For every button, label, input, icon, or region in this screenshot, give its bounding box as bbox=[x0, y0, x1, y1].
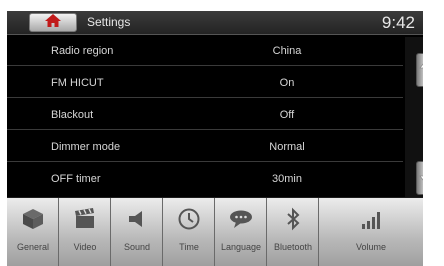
tab-language[interactable]: Language bbox=[215, 198, 267, 266]
tab-label: Video bbox=[73, 242, 97, 252]
settings-list: Radio region China FM HICUT On Blackout … bbox=[7, 36, 403, 200]
scroll-up-button[interactable] bbox=[416, 53, 423, 87]
tab-label: General bbox=[16, 242, 50, 252]
setting-label: OFF timer bbox=[51, 173, 101, 185]
tab-sound[interactable]: Sound bbox=[111, 198, 163, 266]
home-icon bbox=[45, 13, 61, 32]
speaker-icon bbox=[124, 206, 150, 232]
setting-label: Radio region bbox=[51, 45, 114, 57]
page-title: Settings bbox=[87, 15, 131, 29]
speech-bubble-icon bbox=[228, 206, 254, 232]
setting-row-off-timer[interactable]: OFF timer 30min bbox=[7, 164, 403, 194]
scroll-down-button[interactable] bbox=[416, 161, 423, 195]
clock-icon bbox=[176, 206, 202, 232]
bluetooth-icon bbox=[280, 206, 306, 232]
tab-label: Volume bbox=[355, 242, 387, 252]
home-button[interactable] bbox=[29, 13, 77, 32]
tab-general[interactable]: General bbox=[7, 198, 59, 266]
tab-video[interactable]: Video bbox=[59, 198, 111, 266]
settings-screen: Settings 9:42 Radio region China FM HICU… bbox=[7, 11, 423, 266]
setting-label: FM HICUT bbox=[51, 77, 104, 89]
tab-label: Language bbox=[220, 242, 262, 252]
tab-volume[interactable]: Volume bbox=[319, 198, 423, 266]
arrow-up-icon bbox=[419, 58, 423, 83]
clock-time: 9:42 bbox=[381, 13, 415, 32]
setting-row-blackout[interactable]: Blackout Off bbox=[7, 100, 403, 130]
setting-label: Blackout bbox=[51, 109, 94, 121]
setting-value: China bbox=[272, 45, 302, 57]
setting-value: Off bbox=[279, 109, 295, 121]
tab-label: Bluetooth bbox=[273, 242, 313, 252]
setting-value: 30min bbox=[272, 173, 302, 185]
setting-value: Normal bbox=[269, 141, 305, 153]
arrow-down-icon bbox=[419, 166, 423, 191]
setting-row-dimmer-mode[interactable]: Dimmer mode Normal bbox=[7, 132, 403, 162]
clapperboard-icon bbox=[72, 206, 98, 232]
volume-bars-icon bbox=[359, 206, 385, 232]
tab-label: Time bbox=[179, 242, 199, 252]
setting-row-radio-region[interactable]: Radio region China bbox=[7, 36, 403, 66]
tab-label: Sound bbox=[123, 242, 151, 252]
cube-icon bbox=[20, 206, 46, 232]
setting-row-fm-hicut[interactable]: FM HICUT On bbox=[7, 68, 403, 98]
setting-value: On bbox=[279, 77, 295, 89]
setting-label: Dimmer mode bbox=[51, 141, 121, 153]
settings-tab-bar: General Video Sound Time Language Blueto… bbox=[7, 197, 423, 266]
tab-bluetooth[interactable]: Bluetooth bbox=[267, 198, 319, 266]
header-bar: Settings 9:42 bbox=[7, 11, 423, 35]
tab-time[interactable]: Time bbox=[163, 198, 215, 266]
